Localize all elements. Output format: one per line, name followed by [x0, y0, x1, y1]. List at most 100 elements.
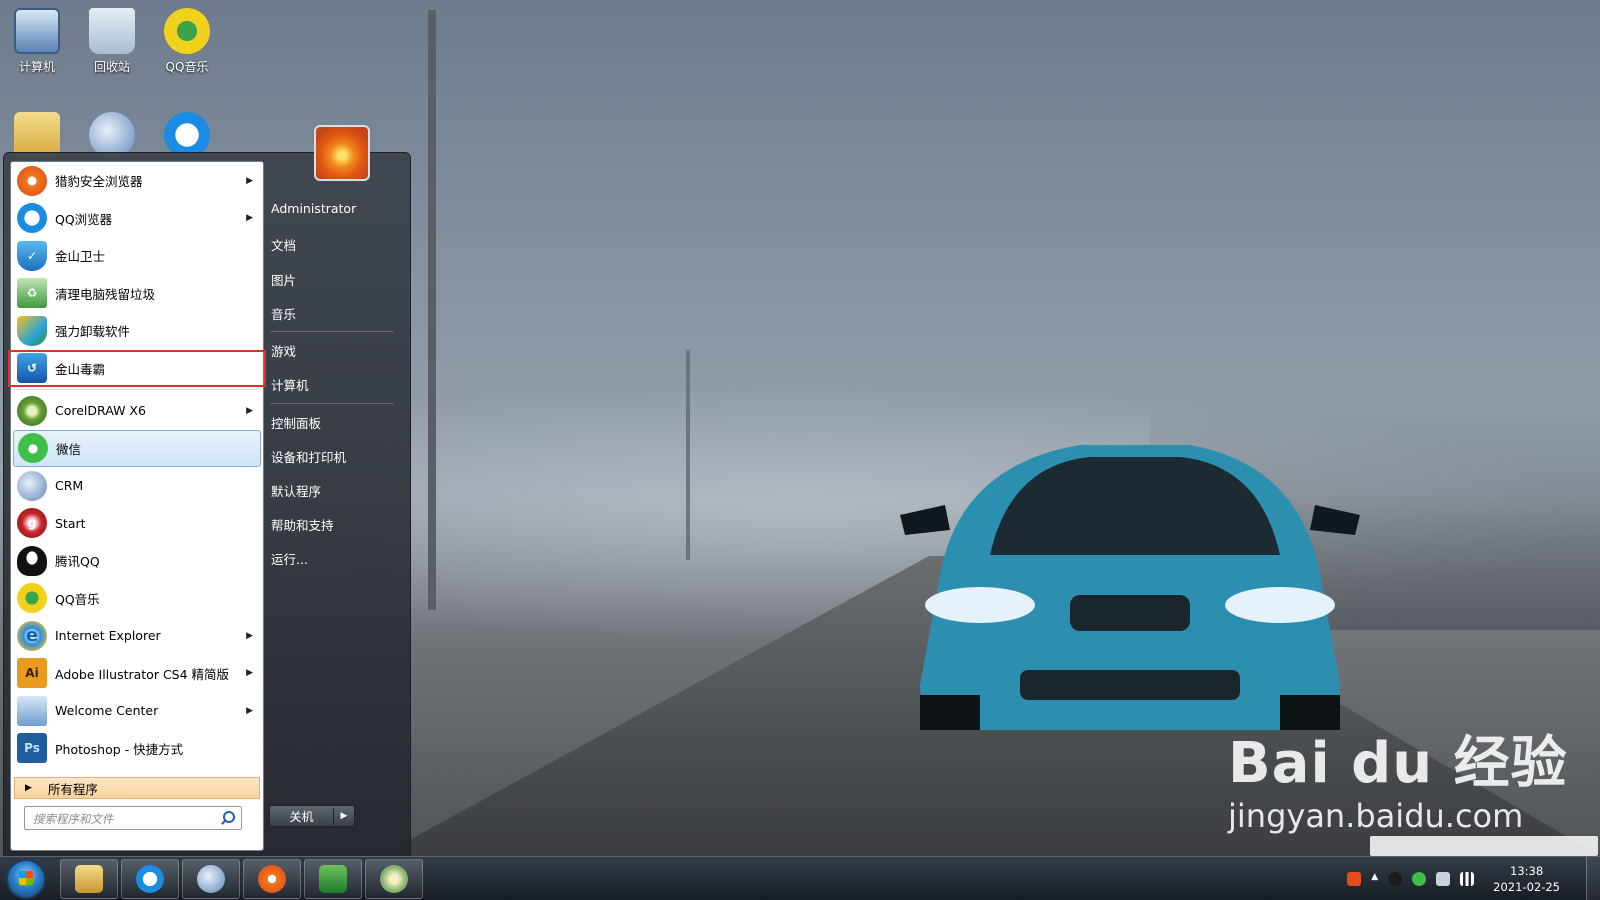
divider — [17, 389, 257, 390]
program-label: Start — [55, 515, 86, 531]
taskbar-ie[interactable] — [182, 859, 240, 899]
link-computer[interactable]: 计算机 — [271, 375, 309, 394]
crm-globe-icon — [17, 470, 47, 501]
coreldraw-icon — [17, 395, 47, 426]
program-item-kingsoft-guard[interactable]: ✓ 金山卫士 — [11, 237, 263, 275]
baidu-jingyan-watermark: Bai du 经验 jingyan.baidu.com — [1228, 718, 1568, 835]
program-item-internet-explorer[interactable]: e Internet Explorer ▶ — [11, 617, 263, 655]
program-item-qq-browser[interactable]: QQ浏览器 ▶ — [11, 200, 263, 238]
start-menu-right-pane: Administrator 文档 图片 音乐 游戏 计算机 控制面板 设备和打印… — [266, 125, 406, 861]
search-placeholder: 搜索程序和文件 — [33, 812, 114, 826]
liebao-browser-icon — [258, 865, 286, 893]
desktop-icon-recycle-bin[interactable]: 回收站 — [77, 8, 147, 75]
pinned-programs: 猎豹安全浏览器 ▶ QQ浏览器 ▶ ✓ 金山卫士 ♻ 清理电脑残留垃圾 强力卸载… — [8, 162, 266, 768]
desktop-icon-label: 计算机 — [18, 60, 55, 74]
welcome-center-icon — [17, 695, 47, 726]
program-item-kingsoft-antivirus[interactable]: ↺ 金山毒霸 — [8, 349, 266, 387]
program-item-start[interactable]: g Start — [11, 505, 263, 543]
blue-car-image — [900, 445, 1360, 730]
network-map-icon — [380, 865, 408, 893]
desktop-icon-computer[interactable]: 计算机 — [2, 8, 72, 75]
clock-date: 2021-02-25 — [1493, 880, 1560, 894]
program-item-illustrator[interactable]: Ai Adobe Illustrator CS4 精简版 ▶ — [11, 655, 263, 693]
program-label: 猎豹安全浏览器 — [55, 174, 143, 190]
program-item-uninstaller[interactable]: 强力卸载软件 — [11, 312, 263, 350]
desktop-icon-qqmusic[interactable]: QQ音乐 — [152, 8, 222, 75]
utility-pole-far — [686, 350, 690, 560]
link-music[interactable]: 音乐 — [271, 304, 296, 323]
program-label: 腾讯QQ — [55, 554, 100, 570]
taskbar-excel[interactable] — [304, 859, 362, 899]
link-default-programs[interactable]: 默认程序 — [271, 481, 321, 500]
utility-pole — [428, 10, 436, 610]
program-item-wechat[interactable]: ● 微信 — [13, 429, 261, 467]
program-item-liebao-browser[interactable]: 猎豹安全浏览器 ▶ — [11, 162, 263, 200]
program-item-coreldraw[interactable]: CorelDRAW X6 ▶ — [11, 392, 263, 430]
excel-icon — [319, 865, 347, 893]
desktop-icon-label: 回收站 — [93, 60, 130, 74]
link-games[interactable]: 游戏 — [271, 341, 296, 360]
program-item-qqmusic[interactable]: QQ音乐 — [11, 580, 263, 618]
wechat-tray-icon[interactable] — [1412, 872, 1427, 886]
program-label: CRM — [55, 478, 84, 494]
kingsoft-antivirus-icon: ↺ — [17, 353, 47, 384]
desktop-icon-label: QQ音乐 — [165, 60, 209, 74]
submenu-arrow-icon[interactable]: ▶ — [246, 668, 253, 678]
program-label: CorelDRAW X6 — [55, 403, 146, 419]
qq-tray-icon[interactable] — [1388, 872, 1403, 886]
program-item-cleaner[interactable]: ♻ 清理电脑残留垃圾 — [11, 275, 263, 313]
program-item-crm[interactable]: CRM — [11, 467, 263, 505]
program-item-qq[interactable]: 腾讯QQ — [11, 542, 263, 580]
start-menu-program-list: 猎豹安全浏览器 ▶ QQ浏览器 ▶ ✓ 金山卫士 ♻ 清理电脑残留垃圾 强力卸载… — [8, 161, 266, 851]
submenu-arrow-icon[interactable]: ▶ — [246, 176, 253, 186]
search-icon[interactable] — [223, 811, 235, 823]
wechat-icon: ● — [18, 433, 48, 464]
start-search-input[interactable]: 搜索程序和文件 — [24, 806, 242, 830]
link-run[interactable]: 运行... — [271, 549, 308, 568]
volume-icon[interactable] — [1436, 872, 1451, 886]
submenu-arrow-icon[interactable]: ▶ — [246, 213, 253, 223]
link-control-panel[interactable]: 控制面板 — [271, 413, 321, 432]
ime-toolbar[interactable] — [1370, 836, 1598, 856]
taskbar-network-map[interactable] — [365, 859, 423, 899]
shutdown-button[interactable]: 关机 — [270, 807, 334, 825]
submenu-arrow-icon[interactable]: ▶ — [246, 706, 253, 716]
kingsoft-guard-icon: ✓ — [17, 240, 47, 271]
submenu-arrow-icon[interactable]: ▶ — [246, 406, 253, 416]
link-pictures[interactable]: 图片 — [271, 270, 296, 289]
taskbar-file-explorer[interactable] — [60, 859, 118, 899]
show-desktop-button[interactable] — [1586, 857, 1600, 900]
program-item-photoshop[interactable]: Ps Photoshop - 快捷方式 — [11, 730, 263, 768]
user-avatar-flower[interactable] — [314, 125, 370, 181]
link-help-support[interactable]: 帮助和支持 — [271, 515, 334, 534]
program-label: Photoshop - 快捷方式 — [55, 741, 184, 757]
illustrator-icon: Ai — [17, 658, 47, 689]
link-administrator[interactable]: Administrator — [271, 201, 356, 216]
photoshop-icon: Ps — [17, 733, 47, 764]
network-signal-icon[interactable] — [1460, 872, 1475, 886]
start-button-orb-icon[interactable] — [6, 859, 46, 899]
program-label: Welcome Center — [55, 703, 159, 719]
program-label: 金山毒霸 — [55, 361, 106, 377]
sogou-input-icon[interactable] — [1347, 872, 1362, 886]
start-menu: 猎豹安全浏览器 ▶ QQ浏览器 ▶ ✓ 金山卫士 ♻ 清理电脑残留垃圾 强力卸载… — [3, 125, 411, 861]
expand-arrow-icon: ▶ — [25, 783, 32, 793]
liebao-browser-icon — [17, 165, 47, 196]
program-label: Internet Explorer — [55, 628, 161, 644]
shutdown-options-arrow-icon[interactable]: ▶ — [334, 811, 354, 821]
show-hidden-icons-arrow-icon[interactable]: ▲ — [1371, 872, 1378, 886]
watermark-brand: Bai du 经验 — [1228, 731, 1568, 796]
start-app-icon: g — [17, 508, 47, 539]
submenu-arrow-icon[interactable]: ▶ — [246, 631, 253, 641]
taskbar-qq-browser[interactable] — [121, 859, 179, 899]
program-item-welcome-center[interactable]: Welcome Center ▶ — [11, 692, 263, 730]
link-documents[interactable]: 文档 — [271, 235, 296, 254]
taskbar-liebao-browser[interactable] — [243, 859, 301, 899]
divider — [270, 403, 394, 404]
link-devices-printers[interactable]: 设备和打印机 — [271, 447, 346, 466]
system-tray: ▲ 13:38 2021-02-25 — [1342, 857, 1560, 900]
watermark-url: jingyan.baidu.com — [1228, 797, 1524, 835]
all-programs-button[interactable]: ▶ 所有程序 — [14, 777, 260, 799]
clock[interactable]: 13:38 2021-02-25 — [1493, 863, 1560, 895]
qq-penguin-icon — [17, 545, 47, 576]
